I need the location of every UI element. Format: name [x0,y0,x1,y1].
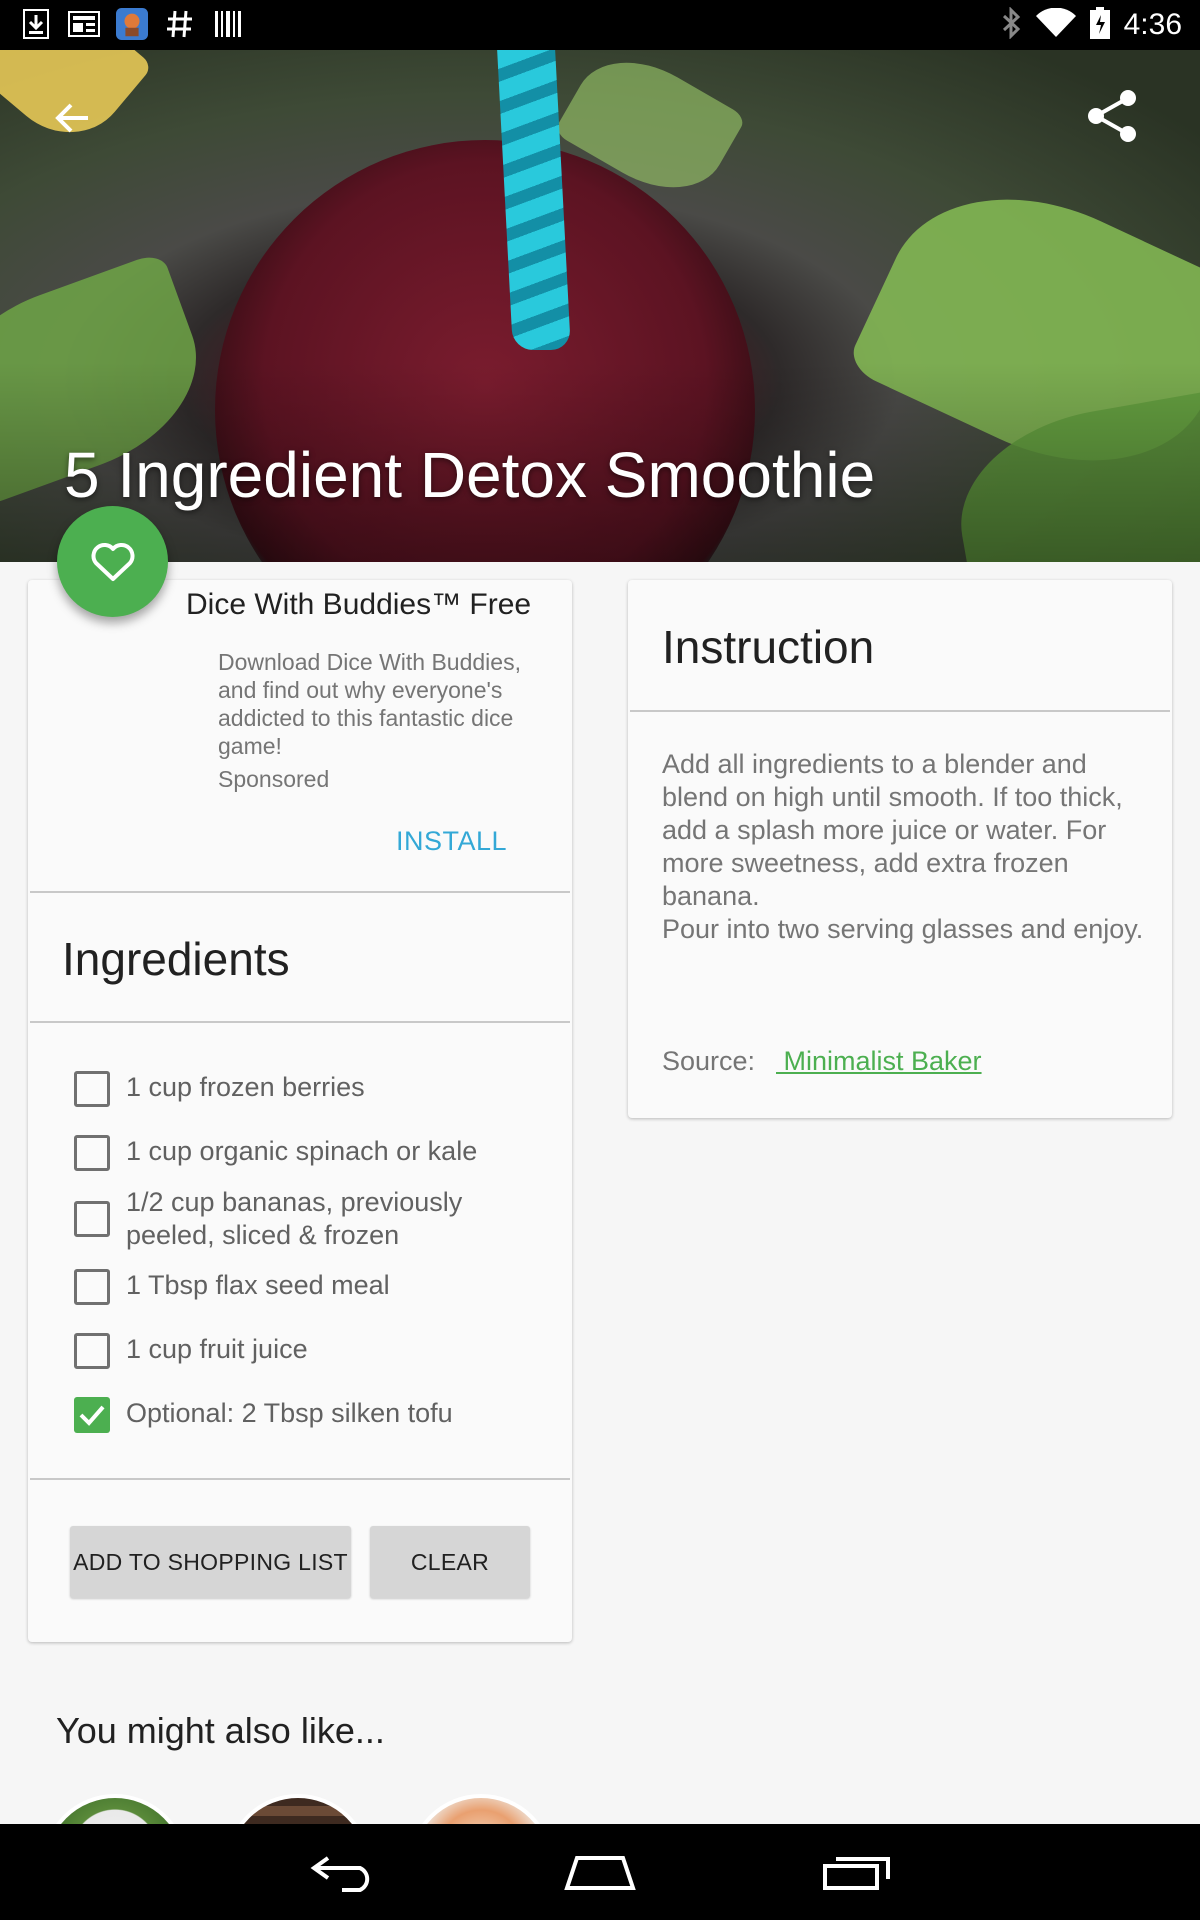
ingredient-item[interactable]: 1/2 cup bananas, previously peeled, slic… [74,1186,526,1252]
clear-button[interactable]: CLEAR [370,1526,530,1598]
instruction-heading: Instruction [662,621,875,673]
ad-title: Dice With Buddies™ Free [186,588,532,621]
divider [30,891,570,893]
instruction-paragraph: Add all ingredients to a blender and ble… [662,749,1123,911]
ingredient-label: 1 cup organic spinach or kale [126,1136,478,1166]
ingredient-checkbox[interactable] [74,1071,110,1107]
notification-icons [20,8,244,40]
divider [30,1021,570,1023]
status-bar: 4:36 [0,0,1200,50]
arrow-back-icon [55,103,88,133]
ingredient-label: 1/2 cup bananas, previously peeled, slic… [126,1187,463,1250]
ingredient-checkbox[interactable] [74,1397,110,1433]
recents-nav-icon [823,1857,890,1890]
ad-sponsored-label: Sponsored [218,766,330,792]
ingredient-checkbox[interactable] [74,1333,110,1369]
share-icon [1088,90,1136,142]
back-nav-icon [310,1856,370,1892]
back-nav-button[interactable] [288,1834,398,1910]
news-icon [68,8,100,40]
recommendations-heading: You might also like... [56,1710,385,1751]
ingredient-item[interactable]: Optional: 2 Tbsp silken tofu [74,1397,526,1433]
system-icons: 4:36 [1000,5,1182,44]
instruction-card: Instruction Add all ingredients to a ble… [628,580,1172,1118]
ingredient-label: 1 cup fruit juice [126,1334,308,1364]
install-button[interactable]: INSTALL [396,826,507,857]
ingredient-checkbox[interactable] [74,1201,110,1237]
ingredient-item[interactable]: 1 cup organic spinach or kale [74,1135,526,1171]
ingredient-label: 1 Tbsp flax seed meal [126,1270,390,1300]
checkmark-icon [79,1405,105,1426]
source-link[interactable]: Minimalist Baker [776,1046,982,1077]
wifi-icon [1035,7,1076,43]
instruction-text: Add all ingredients to a blender and ble… [662,748,1152,946]
app-icon [116,8,148,40]
ingredient-item[interactable]: 1 Tbsp flax seed meal [74,1269,526,1305]
hash-icon [164,8,196,40]
heart-outline-icon [91,542,134,581]
recipe-title: 5 Ingredient Detox Smoothie [64,439,876,511]
add-to-shopping-list-button[interactable]: ADD TO SHOPPING LIST [70,1526,351,1598]
divider [630,710,1170,712]
home-nav-button[interactable] [545,1834,655,1910]
download-icon [20,8,52,40]
instruction-paragraph: Pour into two serving glasses and enjoy. [662,914,1144,944]
ingredient-item[interactable]: 1 cup fruit juice [74,1333,526,1369]
bluetooth-icon [1000,5,1022,44]
divider [30,1478,570,1480]
ingredient-item[interactable]: 1 cup frozen berries [74,1071,526,1107]
share-button[interactable] [1082,86,1142,146]
ingredients-card: Dice With Buddies™ Free Download Dice Wi… [28,580,572,1642]
ingredient-checkbox[interactable] [74,1269,110,1305]
home-nav-icon [564,1856,636,1890]
battery-icon [1089,6,1110,44]
recipe-hero-image: 5 Ingredient Detox Smoothie [0,50,1200,562]
ingredients-heading: Ingredients [62,933,290,985]
barcode-icon [212,8,244,40]
ingredient-checkbox[interactable] [74,1135,110,1171]
system-navigation-bar [0,1824,1200,1920]
ingredient-label: Optional: 2 Tbsp silken tofu [126,1398,453,1428]
recents-nav-button[interactable] [802,1834,912,1910]
source-label: Source: [662,1046,756,1076]
back-button[interactable] [44,90,100,146]
favorite-button[interactable] [57,506,168,617]
ad-description: Download Dice With Buddies, and find out… [218,649,521,759]
ingredient-label: 1 cup frozen berries [126,1072,365,1102]
clock: 4:36 [1123,8,1182,41]
